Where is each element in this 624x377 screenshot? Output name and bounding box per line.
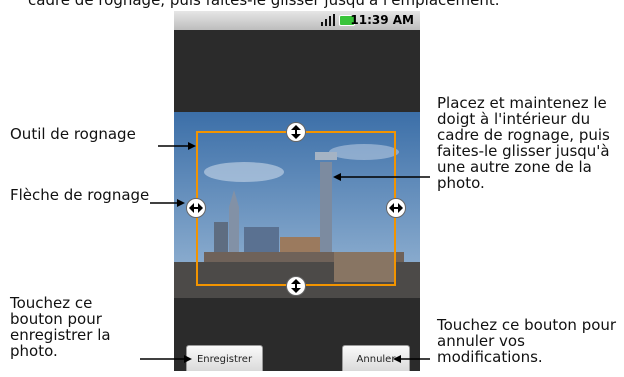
crop-frame[interactable]: [196, 131, 396, 286]
crop-handle-right[interactable]: [386, 198, 406, 218]
crop-handle-top[interactable]: [286, 122, 306, 142]
status-time: 11:39 AM: [350, 13, 414, 27]
crop-handle-bottom[interactable]: [286, 276, 306, 296]
status-bar: 11:39 AM: [174, 11, 420, 30]
annotation-cancel-hint: Touchez ce bouton pour annuler vos modif…: [437, 316, 617, 366]
photo: [174, 112, 420, 298]
crop-handle-left[interactable]: [186, 198, 206, 218]
phone-screen: 11:39 AM Enregistrer Annuler: [174, 11, 420, 371]
screen-upper-area: [174, 30, 420, 112]
annotation-drag-inside: Placez et maintenez le doigt à l'intérie…: [437, 94, 610, 192]
cancel-button[interactable]: Annuler: [342, 345, 410, 371]
annotation-crop-arrow: Flèche de rognage: [10, 186, 150, 204]
top-caption: cadre de rognage, puis faites-le glisser…: [28, 0, 500, 9]
save-button[interactable]: Enregistrer: [186, 345, 263, 371]
annotation-save-hint: Touchez ce bouton pour enregistrer la ph…: [10, 294, 111, 360]
annotation-crop-tool: Outil de rognage: [10, 125, 136, 143]
signal-icon: [321, 14, 335, 26]
